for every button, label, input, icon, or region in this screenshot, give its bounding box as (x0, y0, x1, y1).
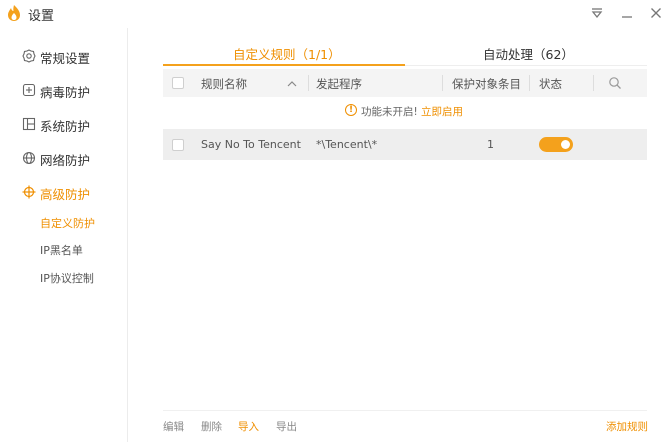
sidebar-item-label: 系统防护 (40, 119, 91, 134)
sidebar-item-network[interactable]: 网络防护 (0, 143, 128, 173)
main-panel: 自定义规则（1/1） 自动处理（62） 规则名称 发起程序 保护对象条目 状态 … (129, 28, 667, 442)
column-separator (593, 75, 594, 91)
select-all-checkbox[interactable] (172, 77, 184, 89)
sidebar-item-advanced[interactable]: 高级防护 (0, 177, 128, 207)
column-header-program[interactable]: 发起程序 (316, 76, 362, 92)
close-button[interactable] (645, 2, 667, 24)
globe-icon (22, 151, 36, 165)
add-rule-button[interactable]: 添加规则 (606, 419, 648, 434)
warning-circle-icon: ! (345, 104, 357, 116)
sidebar-item-label: 常规设置 (40, 51, 91, 66)
import-button[interactable]: 导入 (238, 419, 259, 434)
plus-square-icon (22, 83, 36, 97)
delete-button[interactable]: 删除 (201, 419, 222, 434)
table-row[interactable]: Say No To Tencent *\Tencent\* 1 (163, 129, 647, 160)
tab-auto-handling[interactable]: 自动处理（62） (483, 44, 574, 63)
feature-disabled-notice: ! 功能未开启! 立即启用 (163, 99, 647, 123)
table-header: 规则名称 发起程序 保护对象条目 状态 (163, 69, 647, 97)
column-header-protected-count[interactable]: 保护对象条目 (452, 76, 521, 92)
window-title: 设置 (28, 9, 55, 24)
row-checkbox[interactable] (172, 139, 184, 151)
crosshair-icon (22, 185, 36, 199)
minimize-icon (622, 16, 632, 18)
sidebar-item-label: 高级防护 (40, 187, 91, 202)
title-bar: 设置 (0, 0, 667, 28)
column-header-status[interactable]: 状态 (539, 76, 562, 92)
sidebar-item-virus[interactable]: 病毒防护 (0, 75, 128, 105)
minimize-button[interactable] (616, 2, 638, 24)
protected-count-cell: 1 (487, 138, 494, 151)
active-tab-indicator (163, 64, 405, 66)
edit-button[interactable]: 编辑 (163, 419, 184, 434)
sidebar-item-label: 病毒防护 (40, 85, 91, 100)
column-separator (308, 75, 309, 91)
column-separator (442, 75, 443, 91)
toggle-knob (561, 140, 570, 149)
column-separator (529, 75, 530, 91)
program-cell: *\Tencent\* (316, 138, 378, 151)
column-header-rule-name[interactable]: 规则名称 (201, 76, 247, 92)
sidebar-subitem-custom-protection[interactable]: 自定义防护 (40, 215, 95, 231)
sidebar-subitem-ip-blacklist[interactable]: IP黑名单 (40, 242, 83, 258)
sidebar-item-label: 网络防护 (40, 153, 91, 168)
close-icon (651, 8, 661, 18)
sidebar-item-system[interactable]: 系统防护 (0, 109, 128, 139)
sidebar-item-general[interactable]: 常规设置 (0, 41, 128, 71)
export-button[interactable]: 导出 (276, 419, 297, 434)
menu-dropdown-icon (591, 8, 603, 19)
enable-now-link[interactable]: 立即启用 (421, 104, 463, 119)
search-icon[interactable] (608, 76, 622, 90)
notice-text: 功能未开启! (361, 106, 418, 118)
footer-divider (163, 410, 647, 411)
status-toggle[interactable] (539, 137, 573, 152)
rule-name-cell: Say No To Tencent (201, 138, 301, 151)
gear-icon (22, 49, 36, 63)
app-flame-logo-icon (8, 5, 20, 21)
chevron-up-icon[interactable] (287, 80, 297, 87)
sidebar-subitem-ip-protocol[interactable]: IP协议控制 (40, 270, 94, 286)
menu-dropdown-button[interactable] (586, 2, 608, 24)
system-grid-icon (22, 117, 36, 131)
sidebar: 常规设置 病毒防护 系统防护 网络防护 高级防护 自定义防护 IP黑名单 IP协… (0, 28, 128, 442)
tab-custom-rules[interactable]: 自定义规则（1/1） (233, 44, 341, 63)
